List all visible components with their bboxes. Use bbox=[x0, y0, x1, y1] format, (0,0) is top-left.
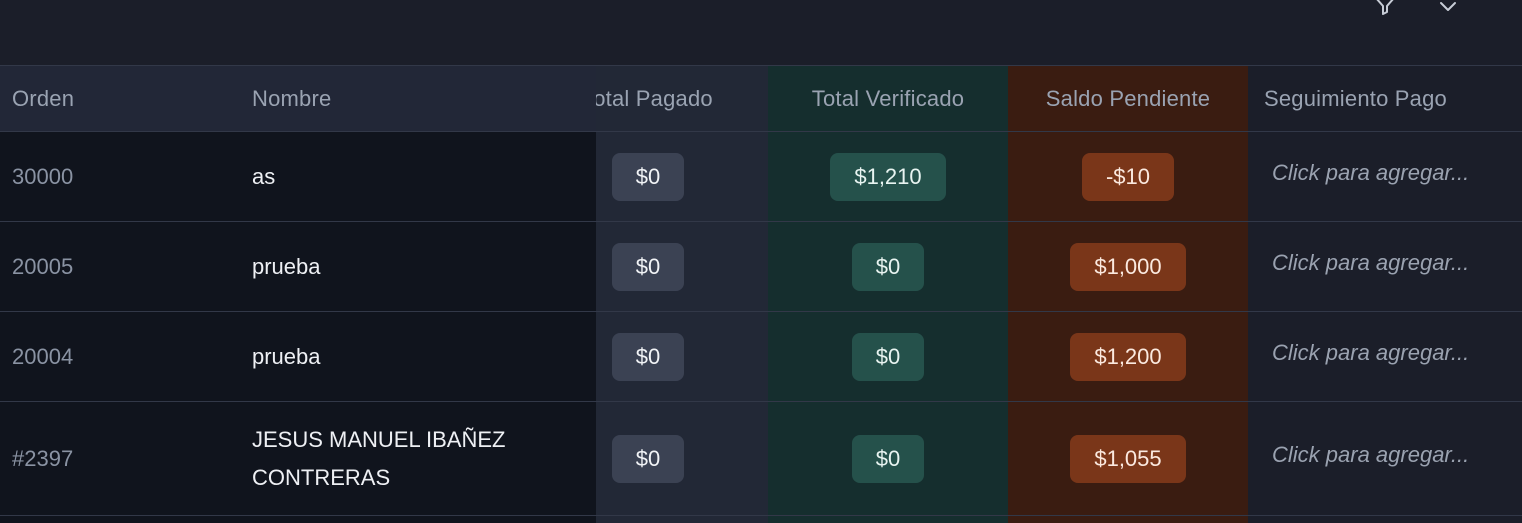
order-number: 30000 bbox=[12, 163, 74, 189]
seguimiento-pago-field[interactable]: Click para agregar... bbox=[1248, 222, 1522, 311]
total-verificado-cell: $1,210 bbox=[768, 132, 1008, 221]
customer-name: prueba bbox=[252, 343, 321, 369]
total-verificado-badge: $0 bbox=[851, 242, 925, 291]
column-header-total-verificado[interactable]: Total Verificado bbox=[768, 66, 1008, 131]
total-pagado-cell: $0 bbox=[596, 402, 700, 515]
total-pagado-badge: $0 bbox=[611, 152, 685, 201]
saldo-pendiente-cell: $1,200 bbox=[1008, 312, 1248, 401]
total-pagado-badge: $0 bbox=[611, 242, 685, 291]
column-header-total-pagado-label: Total Pagado bbox=[596, 85, 713, 111]
total-pagado-cell: $0 bbox=[596, 222, 700, 311]
total-pagado-badge: $0 bbox=[611, 332, 685, 381]
chevron-down-icon[interactable] bbox=[1436, 0, 1460, 18]
seguimiento-pago-field[interactable]: Click para agregar... bbox=[1248, 402, 1522, 515]
saldo-pendiente-badge: -$10 bbox=[1081, 152, 1175, 201]
order-number: 20004 bbox=[12, 343, 74, 369]
saldo-pendiente-badge: $1,055 bbox=[1070, 434, 1186, 483]
column-header-orden[interactable]: Orden bbox=[12, 66, 242, 131]
table-row[interactable]: #2397 JESUS MANUEL IBAÑEZ CONTRERAS $0 $… bbox=[0, 402, 1522, 516]
saldo-pendiente-badge: $1,000 bbox=[1070, 242, 1186, 291]
total-verificado-badge: $0 bbox=[851, 434, 925, 483]
table-row[interactable]: 20005 prueba $0 $0 $1,000 Click para agr… bbox=[0, 222, 1522, 312]
column-header-seguimiento-pago[interactable]: Seguimiento Pago bbox=[1264, 66, 1522, 131]
total-verificado-badge: $1,210 bbox=[830, 152, 946, 201]
total-verificado-cell: $0 bbox=[768, 402, 1008, 515]
total-pagado-cell: $0 bbox=[596, 312, 700, 401]
column-header-total-pagado[interactable]: Total Pagado bbox=[596, 66, 768, 131]
saldo-pendiente-cell: $1,000 bbox=[1008, 222, 1248, 311]
total-verificado-cell: $0 bbox=[768, 222, 1008, 311]
seguimiento-pago-field[interactable]: Click para agregar... bbox=[1248, 132, 1522, 221]
total-verificado-cell: $0 bbox=[768, 312, 1008, 401]
saldo-pendiente-badge: $1,200 bbox=[1070, 332, 1186, 381]
customer-name: JESUS MANUEL IBAÑEZ CONTRERAS bbox=[252, 426, 506, 490]
saldo-pendiente-cell: $1,055 bbox=[1008, 402, 1248, 515]
customer-name: as bbox=[252, 163, 276, 189]
toolbar bbox=[0, 0, 1522, 65]
orders-table: Orden Nombre Total Pagado Total Verifica… bbox=[0, 65, 1522, 523]
order-number: 20005 bbox=[12, 253, 74, 279]
order-number: #2397 bbox=[12, 445, 74, 471]
total-verificado-badge: $0 bbox=[851, 332, 925, 381]
saldo-pendiente-cell: -$10 bbox=[1008, 132, 1248, 221]
customer-name: prueba bbox=[252, 253, 321, 279]
filter-icon[interactable] bbox=[1373, 0, 1397, 18]
total-pagado-badge: $0 bbox=[611, 434, 685, 483]
seguimiento-pago-field[interactable]: Click para agregar... bbox=[1248, 312, 1522, 401]
table-row[interactable]: 30000 as $0 $1,210 -$10 Click para agreg… bbox=[0, 132, 1522, 222]
column-header-nombre[interactable]: Nombre bbox=[252, 66, 582, 131]
table-header: Orden Nombre Total Pagado Total Verifica… bbox=[0, 66, 1522, 132]
table-row[interactable]: 20004 prueba $0 $0 $1,200 Click para agr… bbox=[0, 312, 1522, 402]
total-pagado-cell: $0 bbox=[596, 132, 700, 221]
column-header-saldo-pendiente[interactable]: Saldo Pendiente bbox=[1008, 66, 1248, 131]
